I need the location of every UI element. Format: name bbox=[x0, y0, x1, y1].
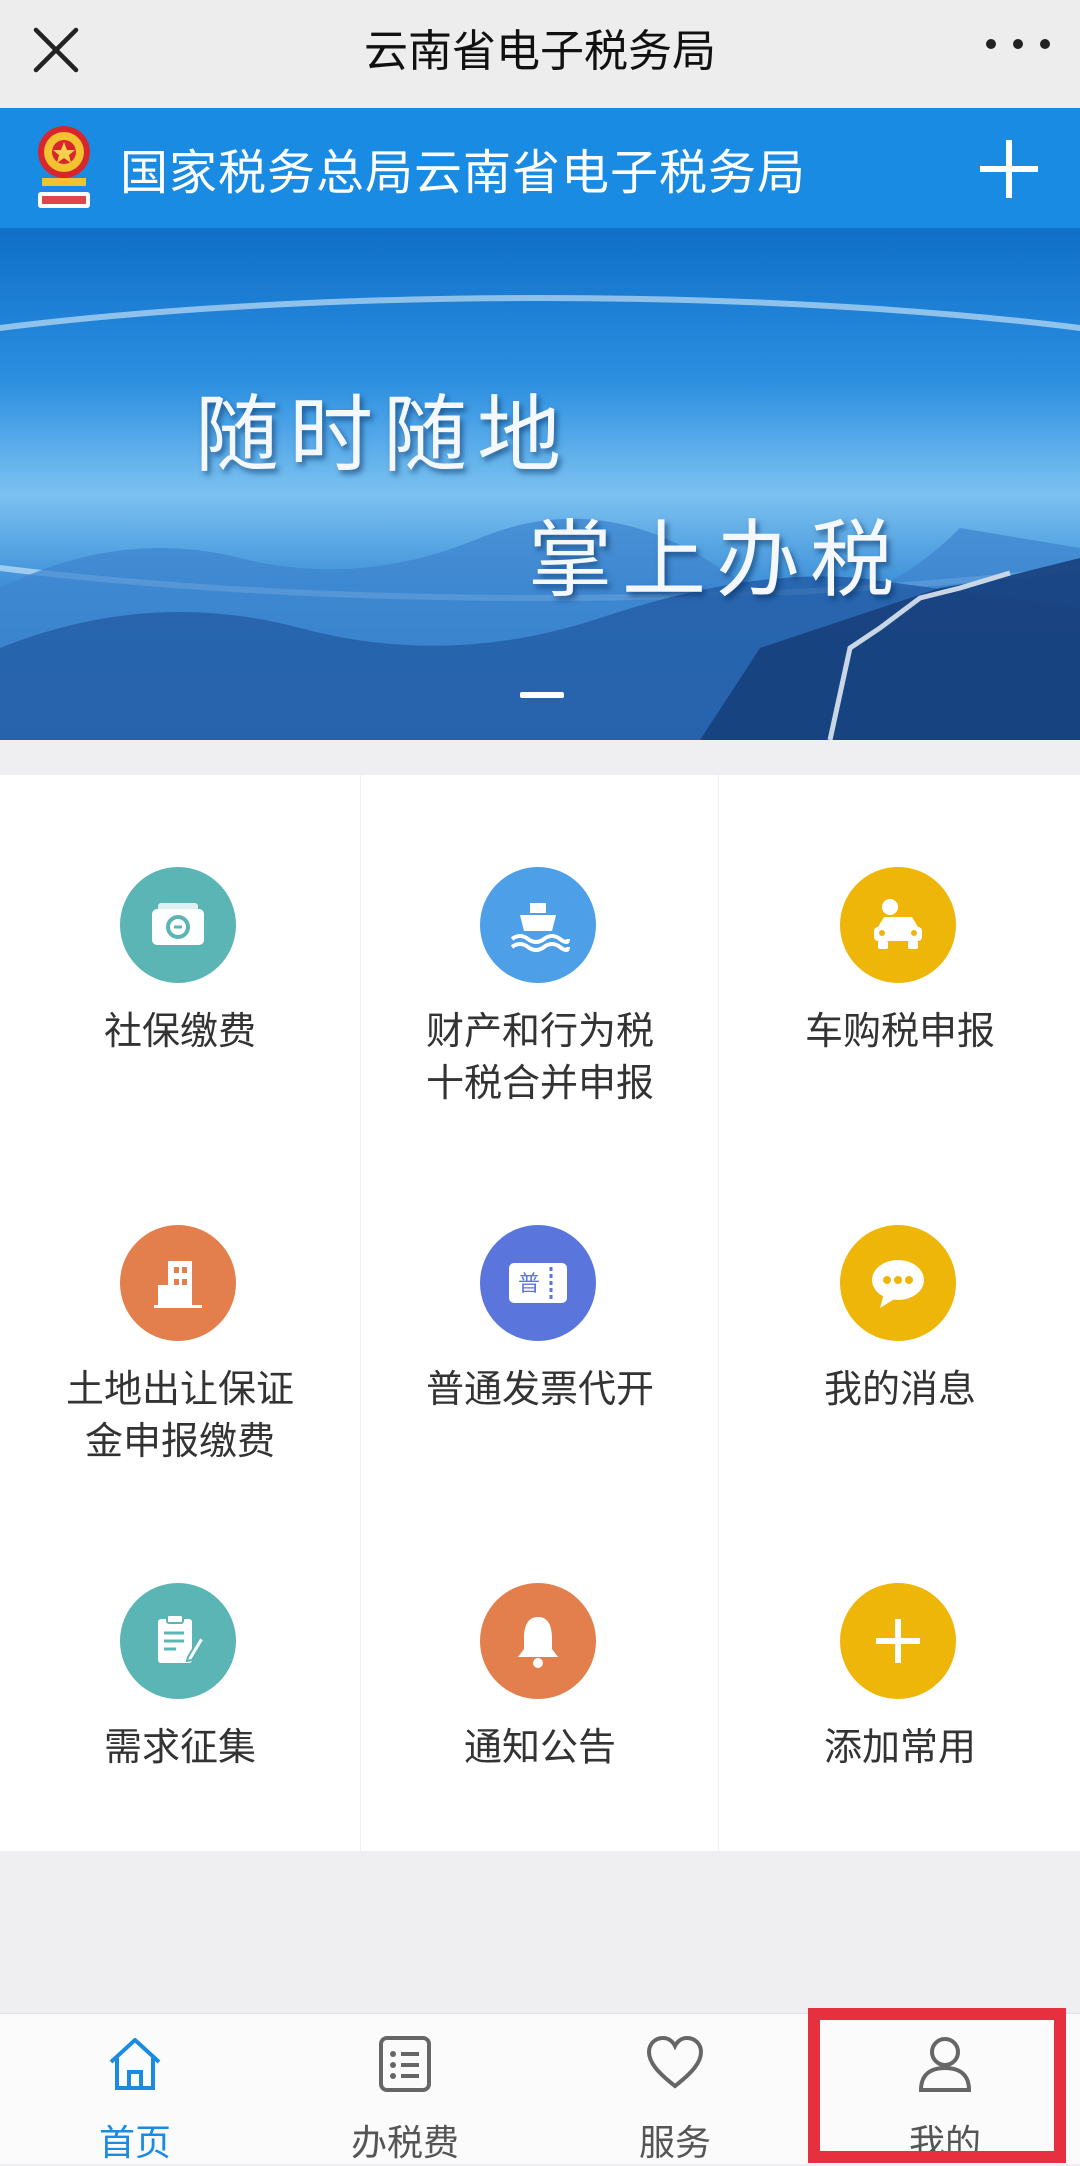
service-property-tax-filing[interactable]: 财产和行为税 十税合并申报 bbox=[360, 775, 720, 1133]
home-icon bbox=[109, 2038, 161, 2090]
car-icon bbox=[840, 867, 956, 983]
service-label: 需求征集 bbox=[103, 1725, 256, 1769]
service-label: 土地出让保证 金申报缴费 bbox=[65, 1367, 294, 1463]
nav-label: 首页 bbox=[98, 2123, 171, 2164]
list-icon bbox=[379, 2036, 431, 2092]
service-label: 社保缴费 bbox=[103, 1009, 256, 1053]
service-add-favorite[interactable]: 添加常用 bbox=[720, 1491, 1080, 1849]
service-social-security[interactable]: 社保缴费 bbox=[0, 775, 360, 1133]
service-grid: 社保缴费 财产和行为税 十税合并申报 车购税申报 土地出让保证 金申报缴费 普 … bbox=[0, 775, 1080, 1851]
service-label: 财产和行为税 十税合并申报 bbox=[425, 1009, 654, 1105]
message-bubble-icon bbox=[840, 1225, 956, 1341]
service-label: 通知公告 bbox=[463, 1725, 616, 1769]
building-icon bbox=[120, 1225, 236, 1341]
service-vehicle-tax[interactable]: 车购税申报 bbox=[720, 775, 1080, 1133]
carousel-indicator bbox=[520, 692, 564, 698]
title-bar: 云南省电子税务局 bbox=[0, 0, 1080, 108]
header-title: 国家税务总局云南省电子税务局 bbox=[120, 145, 807, 201]
nav-home[interactable]: 首页 bbox=[0, 2014, 270, 2164]
service-label: 普通发票代开 bbox=[425, 1367, 654, 1411]
social-security-card-icon bbox=[120, 867, 236, 983]
nav-tax-services[interactable]: 办税费 bbox=[270, 2014, 540, 2164]
banner-slogan-line1: 随时随地 bbox=[195, 386, 572, 484]
service-label: 添加常用 bbox=[823, 1725, 976, 1769]
nav-label: 服务 bbox=[638, 2123, 711, 2164]
app-header: 国家税务总局云南省电子税务局 bbox=[0, 108, 1080, 228]
invoice-glyph: 普 bbox=[518, 1272, 540, 1297]
service-label: 我的消息 bbox=[823, 1367, 976, 1411]
nav-label: 办税费 bbox=[350, 2123, 459, 2164]
service-my-messages[interactable]: 我的消息 bbox=[720, 1133, 1080, 1491]
heart-icon bbox=[646, 2035, 704, 2089]
service-land-deposit[interactable]: 土地出让保证 金申报缴费 bbox=[0, 1133, 360, 1491]
invoice-ticket-icon: 普 bbox=[480, 1225, 596, 1341]
bell-icon bbox=[480, 1583, 596, 1699]
banner-carousel[interactable]: 随时随地 掌上办税 bbox=[0, 228, 1080, 740]
page-title: 云南省电子税务局 bbox=[364, 26, 716, 77]
clipboard-pen-icon bbox=[120, 1583, 236, 1699]
service-announcements[interactable]: 通知公告 bbox=[360, 1491, 720, 1849]
highlight-box bbox=[808, 2008, 1066, 2163]
ship-icon bbox=[480, 867, 596, 983]
service-label: 车购税申报 bbox=[804, 1009, 995, 1053]
add-icon[interactable] bbox=[978, 138, 1040, 200]
plus-icon bbox=[840, 1583, 956, 1699]
more-options-icon[interactable] bbox=[986, 20, 1050, 68]
nav-services[interactable]: 服务 bbox=[540, 2014, 810, 2164]
banner-slogan-line2: 掌上办税 bbox=[528, 511, 905, 609]
service-requirement-collection[interactable]: 需求征集 bbox=[0, 1491, 360, 1849]
service-invoice-issuance[interactable]: 普 普通发票代开 bbox=[360, 1133, 720, 1491]
tax-bureau-emblem-icon bbox=[38, 126, 90, 208]
